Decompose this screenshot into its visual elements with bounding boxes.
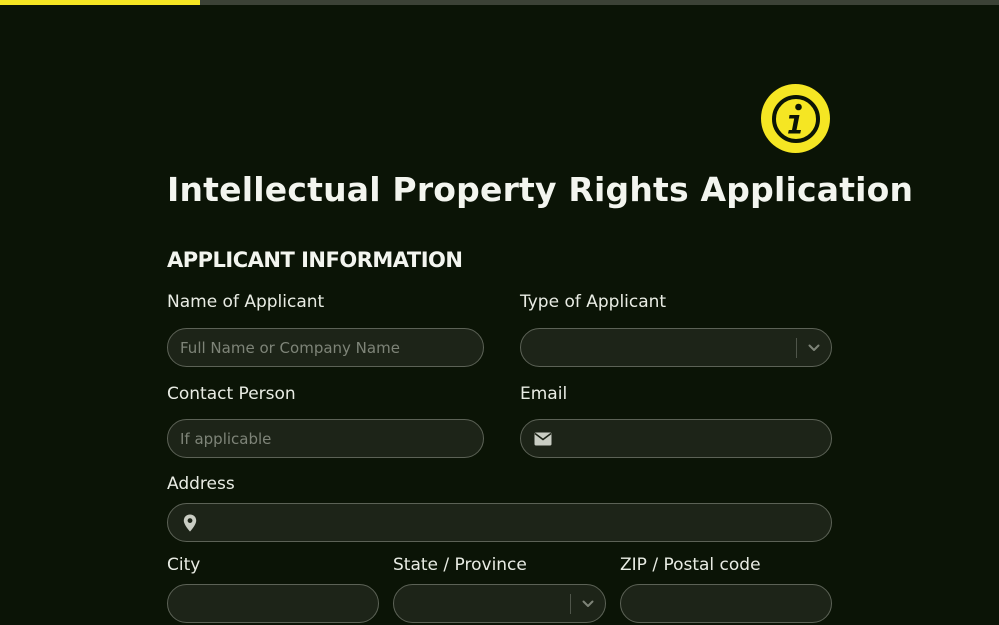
address-label: Address	[167, 474, 235, 494]
zip-postal-code-input[interactable]	[621, 585, 831, 622]
progress-fill	[0, 0, 200, 5]
email-input[interactable]	[521, 420, 831, 457]
address-field[interactable]	[167, 503, 832, 542]
contact-person-field[interactable]	[167, 419, 484, 458]
name-of-applicant-input[interactable]	[168, 329, 483, 366]
type-of-applicant-select[interactable]	[520, 328, 832, 367]
select-separator	[570, 594, 571, 614]
chevron-down-icon[interactable]	[807, 341, 821, 355]
page-title: Intellectual Property Rights Application	[167, 170, 914, 209]
city-field[interactable]	[167, 584, 379, 623]
chevron-down-icon[interactable]	[581, 597, 595, 611]
email-label: Email	[520, 384, 568, 404]
name-of-applicant-field[interactable]	[167, 328, 484, 367]
section-title: APPLICANT INFORMATION	[167, 248, 463, 272]
type-of-applicant-label: Type of Applicant	[520, 292, 667, 312]
address-input[interactable]	[168, 504, 831, 541]
contact-person-input[interactable]	[168, 420, 483, 457]
state-province-select[interactable]	[393, 584, 606, 623]
city-label: City	[167, 555, 201, 575]
contact-person-label: Contact Person	[167, 384, 296, 404]
zip-postal-code-field[interactable]	[620, 584, 832, 623]
info-icon[interactable]	[761, 84, 830, 153]
city-input[interactable]	[168, 585, 378, 622]
state-province-label: State / Province	[393, 555, 527, 575]
name-of-applicant-label: Name of Applicant	[167, 292, 325, 312]
select-separator	[796, 338, 797, 358]
progress-bar	[0, 0, 999, 5]
email-field[interactable]	[520, 419, 832, 458]
zip-postal-code-label: ZIP / Postal code	[620, 555, 761, 575]
